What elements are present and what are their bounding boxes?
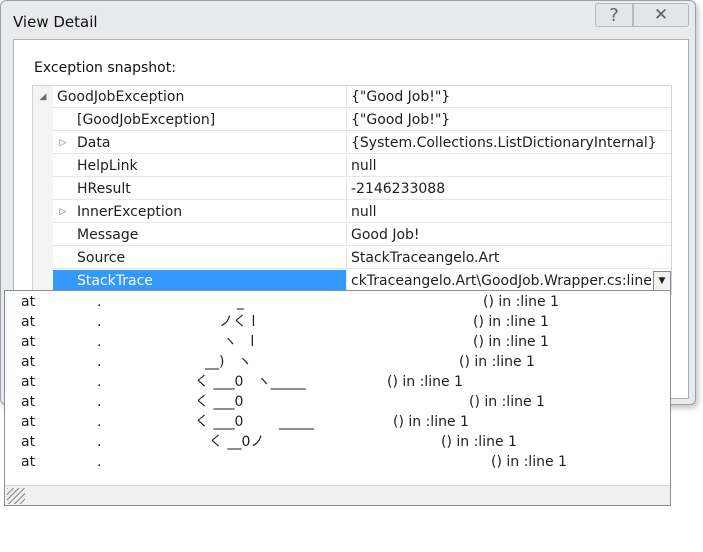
exception-property-grid: ◢ GoodJobException {"Good Job!"} [GoodJo…	[32, 85, 672, 295]
property-value: {System.Collections.ListDictionaryIntern…	[347, 132, 671, 154]
dot: .	[97, 294, 102, 310]
property-name: InnerException	[53, 201, 347, 223]
at-keyword: at	[21, 354, 36, 370]
ascii-art: く ___0	[195, 394, 244, 410]
close-button[interactable]: ✕	[633, 3, 689, 27]
property-name: HelpLink	[53, 155, 347, 177]
dot: .	[97, 394, 102, 410]
property-value: ckTraceangelo.Art\GoodJob.Wrapper.cs:lin…	[347, 270, 671, 292]
property-value: {"Good Job!"}	[347, 86, 671, 108]
property-row[interactable]: [GoodJobException] {"Good Job!"}	[33, 109, 671, 132]
property-row[interactable]: HResult -2146233088	[33, 178, 671, 201]
stacktrace-line: at . ヽ l () in :line 1	[5, 332, 670, 352]
ascii-art: ヽ l	[223, 334, 255, 350]
property-value: StackTraceangelo.Art	[347, 247, 671, 269]
stacktrace-line: at . ノく l () in :line 1	[5, 312, 670, 332]
line-suffix: () in :line 1	[441, 434, 517, 450]
line-suffix: () in :line 1	[473, 334, 549, 350]
property-row[interactable]: HelpLink null	[33, 155, 671, 178]
resize-grip-icon[interactable]	[7, 488, 25, 504]
ascii-art: __) ヽ	[205, 354, 252, 370]
chevron-down-icon: ▼	[658, 276, 666, 286]
ascii-art: く ___0 ヽ_____	[195, 374, 306, 390]
at-keyword: at	[21, 394, 36, 410]
property-name: Source	[53, 247, 347, 269]
dot: .	[97, 374, 102, 390]
collapse-arrow-icon[interactable]: ◢	[36, 86, 50, 108]
at-keyword: at	[21, 434, 36, 450]
property-row[interactable]: Message Good Job!	[33, 224, 671, 247]
row-gutter	[33, 109, 53, 132]
stacktrace-line: at . __) ヽ () in :line 1	[5, 352, 670, 372]
at-keyword: at	[21, 454, 36, 470]
stacktrace-value-text: ckTraceangelo.Art\GoodJob.Wrapper.cs:lin…	[351, 273, 666, 289]
stacktrace-line: at . く ___0 ヽ_____ () in :line 1	[5, 372, 670, 392]
line-suffix: () in :line 1	[387, 374, 463, 390]
row-gutter	[33, 247, 53, 270]
stacktrace-line: at . () in :line 1	[5, 452, 670, 472]
at-keyword: at	[21, 314, 36, 330]
property-value: null	[347, 155, 671, 177]
stacktrace-line: at . _ () in :line 1	[5, 292, 670, 312]
at-keyword: at	[21, 294, 36, 310]
at-keyword: at	[21, 334, 36, 350]
ascii-art: く __0ノ	[209, 434, 265, 450]
property-row[interactable]: ◢ GoodJobException {"Good Job!"}	[33, 86, 671, 109]
help-button[interactable]: ?	[595, 3, 633, 27]
property-name: GoodJobException	[53, 86, 347, 108]
property-name: StackTrace	[53, 270, 347, 292]
close-icon: ✕	[653, 5, 669, 25]
stacktrace-line: at . く __0ノ () in :line 1	[5, 432, 670, 452]
dot: .	[97, 334, 102, 350]
line-suffix: () in :line 1	[469, 394, 545, 410]
dot: .	[97, 354, 102, 370]
ascii-art: _	[237, 294, 244, 310]
exception-snapshot-label: Exception snapshot:	[34, 60, 176, 76]
property-value: -2146233088	[347, 178, 671, 200]
row-gutter	[33, 201, 53, 224]
property-name: Data	[53, 132, 347, 154]
ascii-art: ノく l	[219, 314, 256, 330]
line-suffix: () in :line 1	[393, 414, 469, 430]
property-value: null	[347, 201, 671, 223]
property-value: Good Job!	[347, 224, 671, 246]
property-name: [GoodJobException]	[53, 109, 347, 131]
property-value: {"Good Job!"}	[347, 109, 671, 131]
dot: .	[97, 454, 102, 470]
property-name: Message	[53, 224, 347, 246]
stacktrace-text-area[interactable]: at . _ () in :line 1 at . ノく l () in :li…	[5, 291, 670, 485]
property-row[interactable]: Source StackTraceangelo.Art	[33, 247, 671, 270]
property-row[interactable]: ▷ Data {System.Collections.ListDictionar…	[33, 132, 671, 155]
stacktrace-line: at . く ___0 () in :line 1	[5, 392, 670, 412]
property-name: HResult	[53, 178, 347, 200]
line-suffix: () in :line 1	[491, 454, 567, 470]
row-gutter	[33, 224, 53, 247]
title-bar[interactable]: View Detail ? ✕	[1, 1, 695, 37]
stacktrace-popup[interactable]: at . _ () in :line 1 at . ノく l () in :li…	[4, 290, 671, 506]
line-suffix: () in :line 1	[473, 314, 549, 330]
dot: .	[97, 414, 102, 430]
dialog-title: View Detail	[13, 13, 98, 31]
help-icon: ?	[609, 4, 619, 26]
line-suffix: () in :line 1	[483, 294, 559, 310]
popup-footer	[5, 485, 670, 505]
dot: .	[97, 314, 102, 330]
at-keyword: at	[21, 414, 36, 430]
row-gutter	[33, 132, 53, 155]
stacktrace-line: at . く ___0 _____ () in :line 1	[5, 412, 670, 432]
property-row[interactable]: ▷ InnerException null	[33, 201, 671, 224]
dropdown-arrow-button[interactable]: ▼	[653, 271, 671, 291]
dot: .	[97, 434, 102, 450]
row-gutter	[33, 178, 53, 201]
ascii-art: く ___0 _____	[195, 414, 314, 430]
line-suffix: () in :line 1	[459, 354, 535, 370]
row-gutter	[33, 155, 53, 178]
at-keyword: at	[21, 374, 36, 390]
